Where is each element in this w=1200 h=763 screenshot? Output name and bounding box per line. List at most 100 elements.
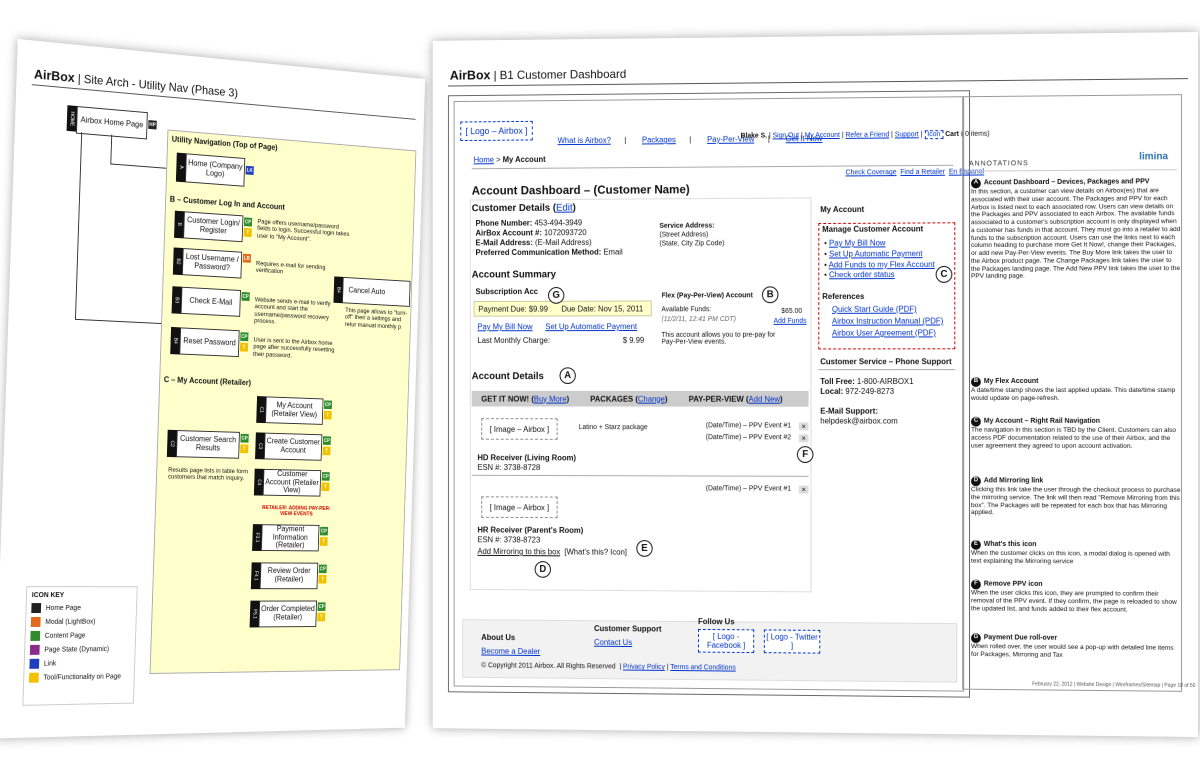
icon-key-label: Home Page: [45, 604, 82, 612]
edit-details-link[interactable]: Edit: [556, 203, 573, 214]
icon-key-label: Tool/Functionality on Page: [43, 672, 122, 682]
pay-bill-link[interactable]: Pay My Bill Now: [477, 322, 532, 331]
check-coverage-link[interactable]: Check Coverage: [846, 169, 897, 176]
add-mirroring-link[interactable]: Add Mirroring to this box: [477, 547, 560, 556]
terms-link[interactable]: Terms and Conditions: [670, 664, 735, 672]
tool-icon: T: [239, 342, 249, 352]
login-note: Page offers username/password fields to …: [256, 218, 350, 243]
limina-logo: limina: [1139, 151, 1168, 163]
payment-due-banner[interactable]: Payment Due: $9.99 Due Date: Nov 15, 2011: [473, 300, 652, 317]
buy-more-link[interactable]: Buy More: [534, 394, 567, 403]
facebook-logo[interactable]: [ Logo - Facebook ]: [698, 628, 755, 654]
flex-heading: Flex (Pay-Per-View) Account: [661, 292, 753, 300]
annotation-body: The navigation in this section is TBD by…: [971, 426, 1176, 450]
become-dealer-link[interactable]: Become a Dealer: [481, 647, 540, 656]
my-account-link[interactable]: My Account: [805, 132, 840, 139]
remove-ppv-icon[interactable]: ✕: [798, 485, 809, 494]
rail-order-status-link[interactable]: Check order status: [829, 271, 895, 280]
annotation-badge: D: [971, 476, 981, 487]
tool-icon: T: [322, 446, 331, 456]
phone-label: Phone Number:: [475, 218, 533, 228]
callout-e: E: [636, 540, 653, 557]
reset-password-box[interactable]: Reset Password: [179, 327, 240, 358]
page-title: Account Dashboard – (Customer Name): [471, 182, 690, 198]
twitter-logo[interactable]: [ Logo - Twitter ]: [763, 629, 821, 654]
box-1-name: HD Receiver (Living Room): [477, 453, 576, 463]
about-heading: About Us: [481, 633, 516, 643]
agreement-link[interactable]: Airbox User Agreement (PDF): [832, 328, 936, 337]
manage-heading: Manage Customer Account: [822, 224, 924, 234]
rail-add-funds-link[interactable]: Add Funds to my Flex Account: [829, 260, 935, 269]
login-box[interactable]: Customer Login/ Register: [183, 211, 244, 243]
callout-a: A: [559, 367, 576, 385]
preference-value: Email: [603, 247, 623, 257]
details-table-header: GET IT NOW! (Buy More) PACKAGES (Change)…: [471, 390, 809, 407]
remove-ppv-icon[interactable]: ✕: [798, 434, 809, 443]
service-address: Service Address: (Street Address) (State, …: [659, 222, 724, 249]
toll-free-label: Toll Free:: [820, 377, 855, 386]
last-charge-label: Last Monthly Charge:: [477, 336, 551, 345]
payment-info-box[interactable]: Payment Information (Retailer): [260, 524, 320, 552]
add-funds-link[interactable]: Add Funds: [774, 318, 807, 325]
order-completed-box[interactable]: Order Completed (Retailer): [258, 600, 318, 628]
refer-friend-link[interactable]: Refer a Friend: [845, 132, 889, 139]
sign-out-link[interactable]: Sign Out: [773, 132, 799, 139]
street-address: (Street Address): [659, 231, 709, 239]
review-order-box[interactable]: Review Order (Retailer): [259, 562, 319, 590]
create-account-box[interactable]: Create Customer Account: [263, 432, 323, 461]
references-heading: References: [822, 292, 865, 302]
whats-this-icon[interactable]: [What's this? Icon]: [564, 548, 626, 557]
nav-what-is-airbox[interactable]: What is Airbox?: [558, 136, 611, 145]
divider: [818, 369, 956, 371]
annotations-panel: ANNOTATIONS limina A Account Dashboard – …: [962, 94, 1195, 692]
setup-auto-link[interactable]: Set Up Automatic Payment: [545, 322, 637, 331]
annotation-a: A Account Dashboard – Devices, Packages a…: [971, 177, 1181, 281]
login-label: Customer Login/ Register: [186, 215, 240, 236]
annotation-f: F Remove PPV icon When the user clicks thi…: [971, 579, 1181, 615]
payment-info-label: Payment Information (Retailer): [272, 524, 308, 550]
sitemap-header: AirBox | Site Arch - Utility Nav (Phase …: [33, 66, 239, 100]
annotation-c: C My Account – Right Rail Navigation The n…: [971, 416, 1181, 451]
remove-ppv-icon[interactable]: ✕: [798, 422, 809, 431]
link-swatch-icon: [29, 658, 40, 669]
nav-packages[interactable]: Packages: [642, 135, 676, 144]
annotation-body: A date/time stamp shows the last applied…: [971, 386, 1176, 402]
privacy-link[interactable]: Privacy Policy: [623, 664, 665, 671]
my-account-retailer-box[interactable]: My Account (Retailer View): [265, 396, 324, 425]
customer-account-box[interactable]: Customer Account (Retailer View): [262, 468, 322, 497]
rail-pay-bill-link[interactable]: Pay My Bill Now: [829, 239, 885, 248]
check-email-box[interactable]: Check E-Mail: [180, 286, 241, 317]
toll-free-value: 1-800-AIRBOX1: [856, 377, 914, 386]
annotation-badge: G: [971, 633, 981, 644]
brand: AirBox: [33, 66, 75, 86]
find-retailer-link[interactable]: Find a Retailer: [900, 169, 945, 176]
add-new-ppv-link[interactable]: Add New: [748, 394, 780, 403]
logo-placeholder[interactable]: [ Logo – Airbox ]: [460, 120, 533, 142]
lost-password-box[interactable]: Lost Username / Password?: [181, 248, 243, 279]
customer-search-label: Customer Search Results: [179, 434, 237, 453]
home-page-label: Airbox Home Page: [80, 114, 144, 129]
phone-row: Phone Number: 453-494-3949: [476, 218, 583, 227]
link-icon: LK: [245, 165, 254, 176]
tool-icon: T: [321, 482, 330, 492]
support-link[interactable]: Support: [895, 131, 919, 138]
tool-icon: T: [243, 227, 252, 238]
tool-icon: T: [318, 575, 327, 584]
content-page-icon: CP: [321, 472, 330, 481]
callout-f: F: [796, 446, 814, 463]
annotation-badge: B: [971, 377, 981, 387]
city-zip: (State, City Zip Code): [659, 240, 725, 248]
icon-key-row: Home Page: [31, 603, 131, 614]
manual-link[interactable]: Airbox Instruction Manual (PDF): [832, 317, 943, 326]
icon-key-row: Link: [29, 658, 129, 669]
change-packages-link[interactable]: Change: [638, 394, 665, 403]
quick-start-link[interactable]: Quick Start Guide (PDF): [832, 305, 917, 314]
home-logo-box[interactable]: Home (Company Logo): [184, 153, 246, 187]
customer-search-box[interactable]: Customer Search Results: [175, 430, 240, 459]
contact-link[interactable]: Contact Us: [594, 638, 632, 647]
rail-auto-pay-link[interactable]: Set Up Automatic Payment: [829, 249, 922, 258]
breadcrumb-home[interactable]: Home: [474, 155, 494, 164]
cancel-auto-box[interactable]: Cancel Auto: [342, 276, 411, 307]
cart-link[interactable]: Cart: [945, 131, 959, 138]
cart-icon[interactable]: Icon: [924, 130, 944, 140]
